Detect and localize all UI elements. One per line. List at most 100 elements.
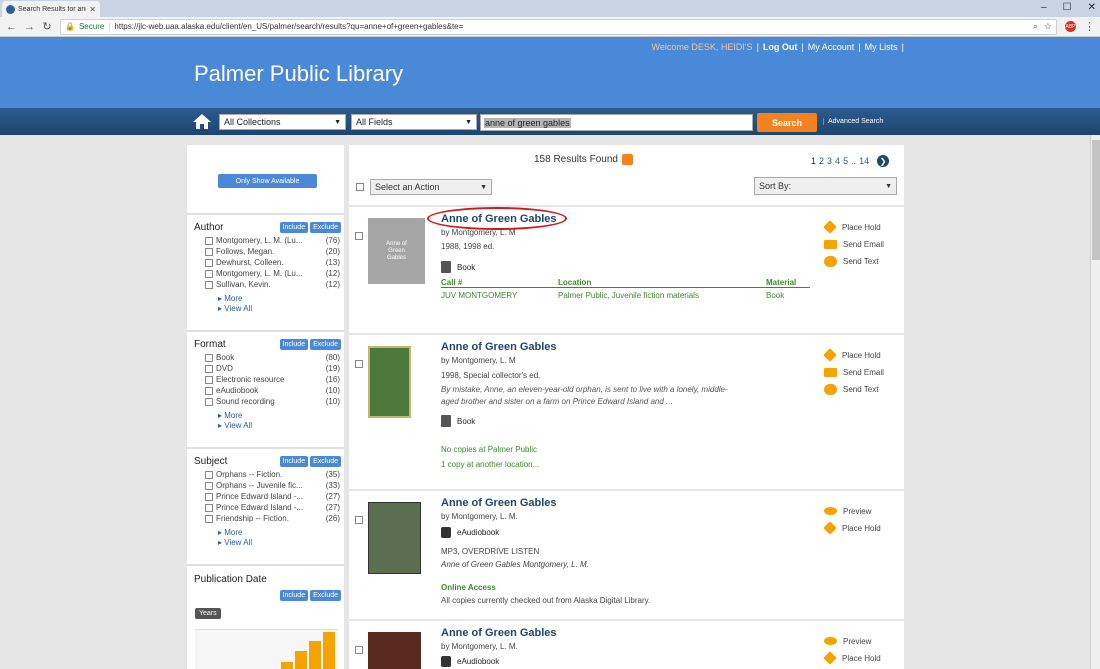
home-icon[interactable]	[192, 113, 212, 130]
year-bar[interactable]	[323, 632, 335, 669]
year-bar[interactable]	[309, 641, 321, 669]
search-button[interactable]: Search	[757, 113, 817, 132]
preview-button[interactable]: Preview	[824, 505, 881, 517]
cover-image[interactable]	[368, 632, 421, 669]
cover-image[interactable]: Anne of Green Gables	[368, 218, 425, 284]
include-button[interactable]: Include	[279, 339, 309, 350]
extension-icon[interactable]: ABP	[1065, 21, 1076, 32]
next-page-icon[interactable]: ❯	[877, 155, 890, 167]
exclude-button[interactable]: Exclude	[310, 456, 341, 467]
place-hold-button[interactable]: Place Hold	[823, 521, 881, 535]
year-bar[interactable]	[295, 651, 307, 669]
library-name[interactable]: Palmer Public Library	[194, 61, 403, 87]
checkbox[interactable]	[205, 280, 213, 289]
checkbox[interactable]	[205, 503, 213, 512]
years-tab[interactable]: Years	[195, 608, 221, 619]
place-hold-button[interactable]: Place Hold	[823, 220, 884, 234]
page-link[interactable]: 14	[859, 156, 869, 166]
close-window-icon[interactable]: ✕	[1088, 2, 1096, 13]
cover-image[interactable]	[368, 502, 421, 574]
star-icon[interactable]: ☆	[1044, 21, 1052, 32]
facet-item[interactable]: DVD (19)	[187, 363, 344, 374]
send-email-button[interactable]: Send Email	[824, 366, 884, 378]
checkbox[interactable]	[205, 269, 213, 278]
result-title-link[interactable]: Anne of Green Gables	[441, 341, 557, 353]
search-input[interactable]: anne of green gables	[480, 114, 753, 131]
sort-select[interactable]: Sort By: ▼	[754, 177, 897, 195]
result-checkbox[interactable]	[355, 646, 363, 654]
advanced-search-link[interactable]: Advanced Search	[823, 118, 883, 125]
close-tab-icon[interactable]: ✕	[89, 5, 96, 14]
facet-item[interactable]: Orphans -- Fiction. (35)	[187, 469, 344, 480]
my-lists-link[interactable]: My Lists	[865, 42, 898, 52]
action-select[interactable]: Select an Action ▼	[370, 179, 492, 195]
checkbox[interactable]	[205, 258, 213, 267]
more-link[interactable]: ▸ More	[218, 294, 344, 304]
result-checkbox[interactable]	[355, 232, 363, 240]
online-access-link[interactable]: Online Access	[441, 583, 496, 592]
select-all-checkbox[interactable]	[356, 183, 364, 191]
result-checkbox[interactable]	[355, 360, 363, 368]
facet-item[interactable]: Follows, Megan. (20)	[187, 246, 344, 257]
exclude-button[interactable]: Exclude	[310, 590, 341, 601]
scrollbar-thumb[interactable]	[1092, 140, 1100, 260]
facet-item[interactable]: Dewhurst, Colleen. (13)	[187, 257, 344, 268]
more-link[interactable]: ▸ More	[218, 528, 344, 538]
zoom-icon[interactable]: ⌕	[1033, 21, 1038, 32]
place-hold-button[interactable]: Place Hold	[823, 348, 884, 362]
checkbox[interactable]	[205, 514, 213, 523]
send-email-button[interactable]: Send Email	[824, 238, 884, 250]
page-link[interactable]: 4	[835, 156, 840, 166]
result-title-link[interactable]: Anne of Green Gables	[441, 497, 557, 509]
facet-item[interactable]: Friendship -- Fiction. (26)	[187, 513, 344, 524]
my-account-link[interactable]: My Account	[808, 42, 855, 52]
place-hold-button[interactable]: Place Hold	[823, 651, 881, 665]
send-text-button[interactable]: Send Text	[824, 255, 884, 267]
facet-item[interactable]: Book (80)	[187, 352, 344, 363]
facet-item[interactable]: Electronic resource (16)	[187, 374, 344, 385]
result-title-link[interactable]: Anne of Green Gables	[441, 627, 557, 639]
facet-item[interactable]: eAudiobook (10)	[187, 385, 344, 396]
exclude-button[interactable]: Exclude	[310, 222, 341, 233]
checkbox[interactable]	[205, 236, 213, 245]
preview-button[interactable]: Preview	[824, 635, 881, 647]
facet-item[interactable]: Prince Edward Island -... (27)	[187, 491, 344, 502]
logout-link[interactable]: Log Out	[763, 42, 798, 52]
include-button[interactable]: Include	[279, 590, 309, 601]
collection-select[interactable]: All Collections ▼	[219, 114, 346, 130]
view-all-link[interactable]: ▸ View All	[218, 421, 344, 431]
checkbox[interactable]	[205, 470, 213, 479]
year-bar[interactable]	[281, 662, 293, 669]
minimize-icon[interactable]: –	[1041, 2, 1047, 13]
more-link[interactable]: ▸ More	[218, 411, 344, 421]
checkbox[interactable]	[205, 481, 213, 490]
reload-icon[interactable]: ↻	[42, 20, 52, 33]
facet-item[interactable]: Prince Edward Island -... (27)	[187, 502, 344, 513]
checkbox[interactable]	[205, 397, 213, 406]
facet-item[interactable]: Sullivan, Kevin. (12)	[187, 279, 344, 290]
forward-icon[interactable]: →	[24, 21, 35, 33]
page-link[interactable]: 5	[843, 156, 848, 166]
field-select[interactable]: All Fields ▼	[351, 114, 477, 130]
other-location-link[interactable]: 1 copy at another location...	[441, 460, 539, 469]
facet-item[interactable]: Montgomery, L. M. (Lu... (12)	[187, 268, 344, 279]
page-scrollbar[interactable]	[1090, 135, 1100, 669]
include-button[interactable]: Include	[279, 222, 309, 233]
checkbox[interactable]	[205, 247, 213, 256]
exclude-button[interactable]: Exclude	[310, 339, 341, 350]
include-button[interactable]: Include	[279, 456, 309, 467]
rss-icon[interactable]	[621, 154, 633, 165]
facet-item[interactable]: Montgomery, L. M. (Lu... (76)	[187, 235, 344, 246]
url-input[interactable]: 🔒 Secure | https://jlc-web.uaa.alaska.ed…	[60, 18, 1057, 35]
checkbox[interactable]	[205, 353, 213, 362]
menu-icon[interactable]: ⋮	[1084, 20, 1095, 33]
maximize-icon[interactable]: ☐	[1063, 2, 1072, 13]
facet-item[interactable]: Orphans -- Juvenile fic... (33)	[187, 480, 344, 491]
only-available-button[interactable]: Only Show Available	[218, 174, 317, 188]
checkbox[interactable]	[205, 492, 213, 501]
browser-tab[interactable]: Search Results for anne of green gables …	[2, 1, 100, 17]
facet-item[interactable]: Sound recording (10)	[187, 396, 344, 407]
checkbox[interactable]	[205, 364, 213, 373]
page-link[interactable]: 3	[827, 156, 832, 166]
page-link[interactable]: 1	[811, 156, 816, 166]
